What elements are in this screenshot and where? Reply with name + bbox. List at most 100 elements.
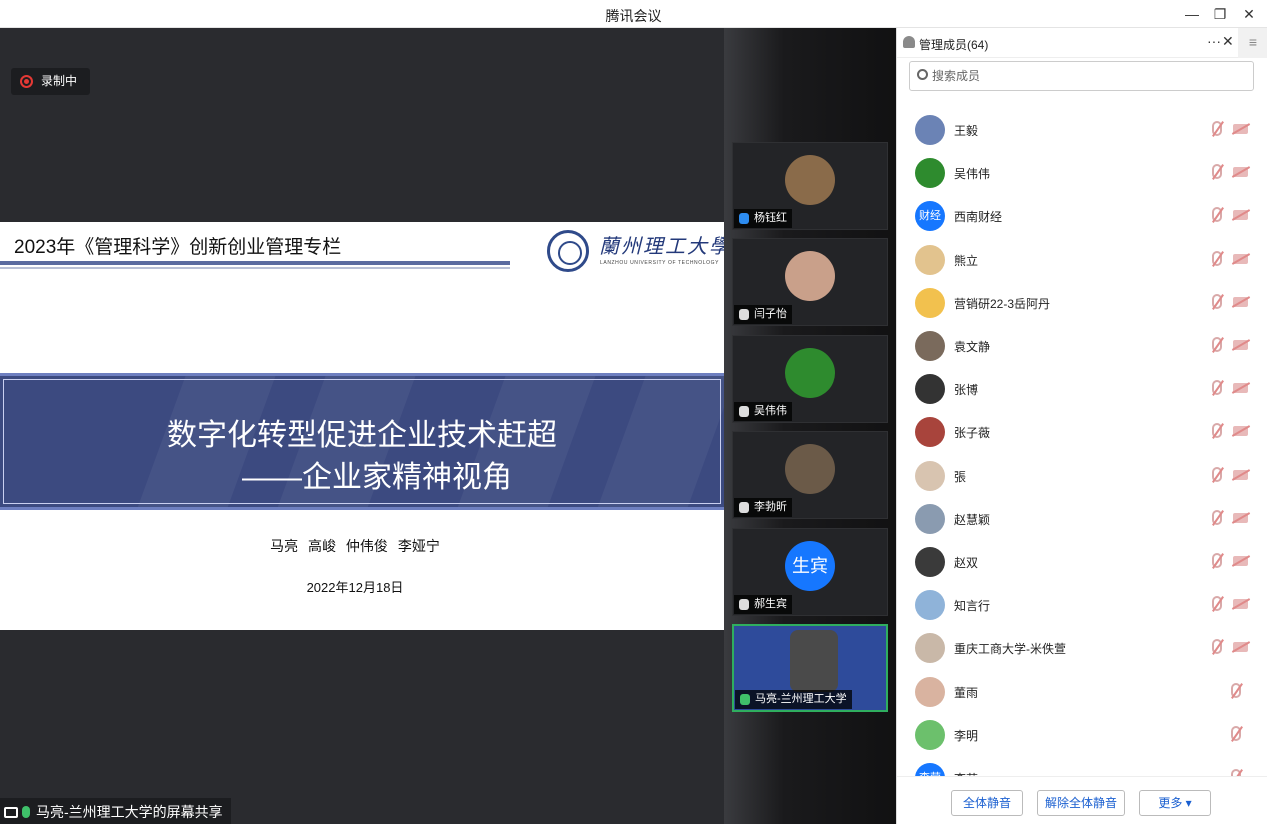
mic-off-icon[interactable] <box>1212 337 1222 352</box>
avatar: 生宾 <box>785 541 835 591</box>
video-gallery: 杨钰红 闫子怡 吴伟伟 李勃昕 生宾 郝生宾 马亮-兰州理工大学 <box>724 28 896 824</box>
video-tile[interactable]: 吴伟伟 <box>732 335 888 423</box>
mic-off-icon[interactable] <box>1212 294 1222 309</box>
camera-off-icon[interactable] <box>1233 340 1248 350</box>
close-button[interactable]: ✕ <box>1238 4 1260 24</box>
slide-subtitle: ——企业家精神视角 <box>242 461 512 494</box>
mic-off-icon[interactable] <box>1212 467 1222 482</box>
mic-off-icon[interactable] <box>1231 769 1241 776</box>
camera-off-icon[interactable] <box>1233 254 1248 264</box>
camera-off-icon[interactable] <box>1233 426 1248 436</box>
member-row[interactable]: 董雨 <box>897 670 1267 713</box>
mic-off-icon[interactable] <box>1212 423 1222 438</box>
panel-close-button[interactable]: ✕ <box>1222 33 1234 50</box>
member-row[interactable]: 赵慧颖 <box>897 497 1267 540</box>
member-row[interactable]: 赵双 <box>897 540 1267 583</box>
member-row[interactable]: 财经 西南财经 <box>897 194 1267 237</box>
member-name: 熊立 <box>954 254 979 268</box>
panel-more-button[interactable]: ··· <box>1207 33 1221 49</box>
speaker-video <box>790 630 838 692</box>
title-band: 数字化转型促进企业技术赶超 ——企业家精神视角 <box>0 373 724 510</box>
member-row[interactable]: 营销研22-3岳阿丹 <box>897 281 1267 324</box>
member-name: 张博 <box>954 383 979 397</box>
video-tile[interactable]: 李勃昕 <box>732 431 888 519</box>
participant-name: 吴伟伟 <box>754 405 787 417</box>
avatar <box>785 348 835 398</box>
panel-header: 管理成员(64) ··· ✕ ≡ <box>897 28 1267 58</box>
mic-off-icon[interactable] <box>1212 164 1222 179</box>
panel-menu-button[interactable]: ≡ <box>1238 28 1267 58</box>
shared-screen-stage: 录制中 2023年《管理科学》创新创业管理专栏 蘭州理工大學 LANZHOU U… <box>0 28 729 824</box>
mic-off-icon[interactable] <box>1231 726 1241 741</box>
member-name: 赵双 <box>954 556 979 570</box>
member-row[interactable]: 李莹李莹 <box>897 756 1267 776</box>
member-row[interactable]: 李明 <box>897 713 1267 756</box>
avatar <box>915 288 945 318</box>
camera-off-icon[interactable] <box>1233 210 1248 220</box>
camera-off-icon[interactable] <box>1233 513 1248 523</box>
camera-off-icon[interactable] <box>1233 642 1248 652</box>
member-row[interactable]: 袁文静 <box>897 324 1267 367</box>
member-row[interactable]: 張 <box>897 454 1267 497</box>
member-row[interactable]: 重庆工商大学-米佚萱 <box>897 626 1267 669</box>
member-name: 赵慧颖 <box>954 513 991 527</box>
screen-share-label[interactable]: 马亮-兰州理工大学的屏幕共享 <box>0 798 231 824</box>
member-row[interactable]: 张子薇 <box>897 410 1267 453</box>
university-logo: 蘭州理工大學 LANZHOU UNIVERSITY OF TECHNOLOGY <box>547 230 729 274</box>
members-panel: 管理成员(64) ··· ✕ ≡ 王毅 吴伟伟 财经西南财经 熊立 营销研22-… <box>896 28 1267 824</box>
avatar <box>915 115 945 145</box>
camera-off-icon[interactable] <box>1233 124 1248 134</box>
member-row[interactable]: 熊立 <box>897 238 1267 281</box>
mic-off-icon[interactable] <box>1212 380 1222 395</box>
video-tile[interactable]: 闫子怡 <box>732 238 888 326</box>
member-name: 重庆工商大学-米佚萱 <box>954 642 1066 656</box>
avatar <box>785 155 835 205</box>
recording-indicator[interactable]: 录制中 <box>11 68 90 95</box>
member-row[interactable]: 张博 <box>897 367 1267 410</box>
mic-on-icon <box>740 694 750 705</box>
avatar: 李莹 <box>915 763 945 776</box>
camera-off-icon[interactable] <box>1233 470 1248 480</box>
mic-off-icon[interactable] <box>1212 596 1222 611</box>
camera-off-icon[interactable] <box>1233 556 1248 566</box>
search-input[interactable] <box>932 66 1242 86</box>
member-name: 王毅 <box>954 124 979 138</box>
restore-button[interactable]: ❐ <box>1209 4 1231 24</box>
mic-off-icon[interactable] <box>1212 553 1222 568</box>
member-search[interactable] <box>909 61 1254 91</box>
member-row[interactable]: 吴伟伟 <box>897 151 1267 194</box>
mic-off-icon <box>739 502 749 513</box>
avatar <box>915 374 945 404</box>
avatar <box>915 461 945 491</box>
member-row[interactable]: 王毅 <box>897 108 1267 151</box>
video-tile[interactable]: 生宾 郝生宾 <box>732 528 888 616</box>
avatar <box>915 677 945 707</box>
participant-name: 闫子怡 <box>754 308 787 320</box>
mute-all-button[interactable]: 全体静音 <box>951 790 1023 816</box>
camera-off-icon[interactable] <box>1233 167 1248 177</box>
unmute-all-button[interactable]: 解除全体静音 <box>1037 790 1125 816</box>
camera-off-icon[interactable] <box>1233 297 1248 307</box>
presentation-slide: 2023年《管理科学》创新创业管理专栏 蘭州理工大學 LANZHOU UNIVE… <box>0 222 729 630</box>
mic-on-icon <box>22 806 30 818</box>
mic-off-icon[interactable] <box>1212 510 1222 525</box>
video-tile[interactable]: 杨钰红 <box>732 142 888 230</box>
avatar <box>785 444 835 494</box>
camera-off-icon[interactable] <box>1233 599 1248 609</box>
camera-off-icon[interactable] <box>1233 383 1248 393</box>
more-button[interactable]: 更多 ▾ <box>1139 790 1211 816</box>
recording-label: 录制中 <box>41 74 78 88</box>
search-icon <box>917 69 928 80</box>
mic-off-icon[interactable] <box>1231 683 1241 698</box>
mic-off-icon[interactable] <box>1212 207 1222 222</box>
record-icon <box>20 75 33 88</box>
member-row[interactable]: 知言行 <box>897 583 1267 626</box>
mic-off-icon[interactable] <box>1212 639 1222 654</box>
slide-date: 2022年12月18日 <box>306 580 404 595</box>
avatar <box>915 417 945 447</box>
mic-off-icon[interactable] <box>1212 251 1222 266</box>
avatar <box>915 633 945 663</box>
video-tile-active-speaker[interactable]: 马亮-兰州理工大学 <box>732 624 888 712</box>
mic-off-icon[interactable] <box>1212 121 1222 136</box>
minimize-button[interactable]: — <box>1181 4 1203 24</box>
